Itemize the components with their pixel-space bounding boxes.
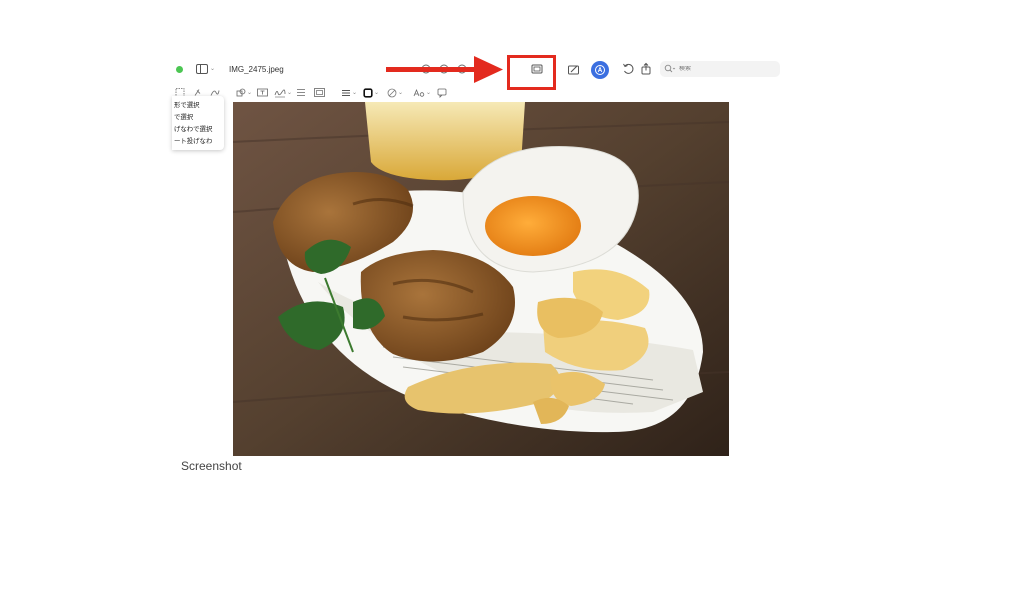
preview-window: ⌄ IMG_2475.jpeg 検索 ⌄ ⌄ ⌄ ⌄ ⌄ ⌄ 形で選択 で選択 … bbox=[172, 56, 782, 456]
border-color-icon bbox=[363, 87, 373, 98]
adjust-size-icon[interactable] bbox=[314, 87, 325, 98]
orange-sauce bbox=[485, 196, 581, 256]
border-color-button[interactable]: ⌄ bbox=[363, 87, 379, 98]
highlight-box bbox=[507, 55, 556, 90]
menu-item-rectangle-select[interactable]: 形で選択 bbox=[174, 100, 200, 109]
fill-color-icon bbox=[387, 88, 397, 97]
shapes-button[interactable]: ⌄ bbox=[236, 87, 252, 98]
search-input[interactable] bbox=[676, 66, 769, 72]
highlight-pen-icon[interactable] bbox=[567, 63, 581, 77]
markup-icon bbox=[595, 65, 605, 75]
menu-item-elliptical-select[interactable]: で選択 bbox=[174, 112, 193, 121]
chevron-down-icon: ⌄ bbox=[352, 89, 358, 96]
chevron-down-icon: ⌄ bbox=[247, 89, 253, 96]
text-style-icon bbox=[413, 88, 425, 97]
fill-color-button[interactable]: ⌄ bbox=[387, 87, 403, 98]
adjust-color-icon[interactable] bbox=[296, 87, 306, 98]
text-box-icon[interactable] bbox=[257, 87, 268, 98]
shapes-icon bbox=[236, 88, 246, 96]
sidebar-toggle-button[interactable]: ⌄ bbox=[196, 62, 220, 76]
share-icon[interactable] bbox=[639, 62, 653, 76]
shape-style-button[interactable]: ⌄ bbox=[341, 87, 357, 98]
selection-tool-menu: 形で選択 で選択 げなわで選択 ート投げなわ bbox=[172, 96, 224, 150]
description-icon[interactable] bbox=[437, 87, 447, 98]
menu-item-smart-lasso[interactable]: ート投げなわ bbox=[174, 136, 212, 145]
chevron-down-icon: ⌄ bbox=[398, 89, 404, 96]
rotate-icon[interactable] bbox=[621, 62, 635, 76]
chevron-down-icon: ⌄ bbox=[287, 89, 293, 96]
signature-icon bbox=[274, 89, 286, 97]
window-zoom-control[interactable] bbox=[176, 66, 183, 73]
line-style-icon bbox=[342, 89, 350, 96]
text-style-button[interactable]: ⌄ bbox=[413, 87, 431, 98]
sign-button[interactable]: ⌄ bbox=[274, 87, 292, 98]
annotation-arrow bbox=[386, 56, 503, 83]
window-title: IMG_2475.jpeg bbox=[229, 65, 284, 74]
search-box[interactable] bbox=[660, 61, 780, 77]
preview-photo bbox=[233, 102, 729, 456]
markup-toolbar: ⌄ ⌄ ⌄ ⌄ ⌄ ⌄ bbox=[172, 84, 782, 102]
chevron-down-icon: ⌄ bbox=[210, 66, 216, 72]
chevron-down-icon: ⌄ bbox=[426, 89, 432, 96]
menu-item-lasso-select[interactable]: げなわで選択 bbox=[174, 124, 212, 133]
search-icon bbox=[664, 64, 676, 73]
markup-button[interactable] bbox=[591, 61, 609, 79]
chevron-down-icon: ⌄ bbox=[374, 89, 380, 96]
sidebar-icon bbox=[196, 64, 208, 74]
caption: Screenshot bbox=[181, 459, 242, 473]
